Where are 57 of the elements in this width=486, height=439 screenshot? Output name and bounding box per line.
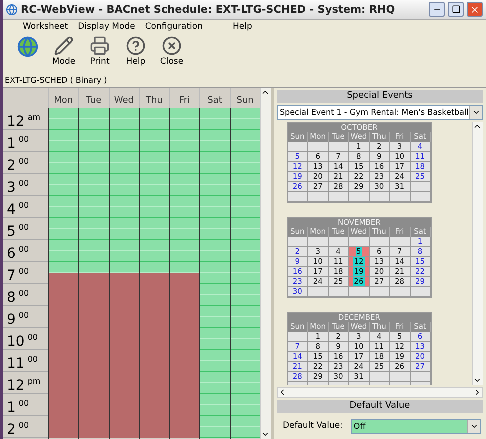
vertical-scrollbar[interactable] — [260, 88, 271, 439]
off-slot[interactable] — [140, 141, 170, 152]
off-slot[interactable] — [140, 229, 170, 240]
hour-label: 3 $^{00}$ — [3, 174, 48, 196]
close-icon — [162, 36, 182, 56]
close-button[interactable]: Close — [159, 36, 185, 67]
hour-label: 12 $^{am}$ — [3, 108, 48, 130]
scroll-up-icon[interactable] — [261, 88, 270, 97]
menu-item[interactable]: Worksheet — [23, 22, 68, 32]
hour-label: 12 $^{pm}$ — [3, 372, 48, 394]
window-title: RC-WebView - BACnet Schedule: EXT-LTG-SCHED - System: RHQ — [21, 4, 396, 16]
event-dropdown[interactable]: Special Event 1 - Gym Rental: Men's Basketball — [276, 105, 483, 120]
hour-label: 4 $^{00}$ — [3, 196, 48, 218]
maximize-button[interactable] — [448, 2, 464, 17]
help-button[interactable]: Help — [123, 36, 149, 67]
section-header: Default Value — [276, 400, 483, 413]
horizontal-scrollbar[interactable] — [276, 387, 483, 398]
hour-label: 7 $^{00}$ — [3, 262, 48, 284]
hour-label: 1 $^{00}$ — [3, 394, 48, 416]
hour-label: 10 $^{00}$ — [3, 328, 48, 350]
hour-label: 9 $^{00}$ — [3, 306, 48, 328]
default-value-label: Default Value: — [282, 421, 343, 431]
off-slot[interactable] — [140, 185, 170, 196]
pencil-icon — [54, 36, 74, 56]
globe-icon — [17, 36, 39, 58]
scroll-down-icon[interactable] — [473, 376, 482, 385]
hour-label: 2 $^{00}$ — [3, 416, 48, 438]
scroll-down-icon[interactable] — [261, 430, 270, 439]
menu-item[interactable]: Help — [233, 22, 252, 32]
hour-label: 5 $^{00}$ — [3, 218, 48, 240]
section-header: Special Events — [276, 90, 483, 103]
hour-label: 8 $^{00}$ — [3, 284, 48, 306]
close-button[interactable] — [467, 2, 483, 17]
scroll-up-icon[interactable] — [473, 122, 482, 131]
mode-button[interactable]: Mode — [51, 36, 77, 67]
browser-icon — [6, 4, 18, 16]
print-button[interactable]: Print — [87, 36, 113, 67]
on-slot[interactable] — [140, 427, 170, 438]
hour-label: 2 $^{00}$ — [3, 152, 48, 174]
globe-button[interactable] — [15, 36, 41, 58]
minimize-button[interactable] — [429, 2, 445, 17]
scroll-right-icon[interactable] — [473, 388, 482, 397]
off-slot[interactable] — [140, 163, 170, 174]
off-slot[interactable] — [140, 251, 170, 262]
help-icon — [126, 36, 146, 56]
close-icon — [470, 4, 480, 14]
hour-label: 1 $^{00}$ — [3, 130, 48, 152]
off-slot[interactable] — [140, 207, 170, 218]
off-slot[interactable] — [140, 119, 170, 130]
calendar-scrollbar[interactable] — [472, 122, 483, 385]
menu-item[interactable]: Display Mode — [78, 22, 136, 32]
hour-label: 11 $^{00}$ — [3, 350, 48, 372]
menu-item[interactable]: Configuration — [145, 22, 203, 32]
printer-icon — [90, 36, 110, 56]
hour-label: 6 $^{00}$ — [3, 240, 48, 262]
default-value-dropdown[interactable]: Off — [350, 418, 481, 434]
maximize-icon — [452, 5, 460, 14]
